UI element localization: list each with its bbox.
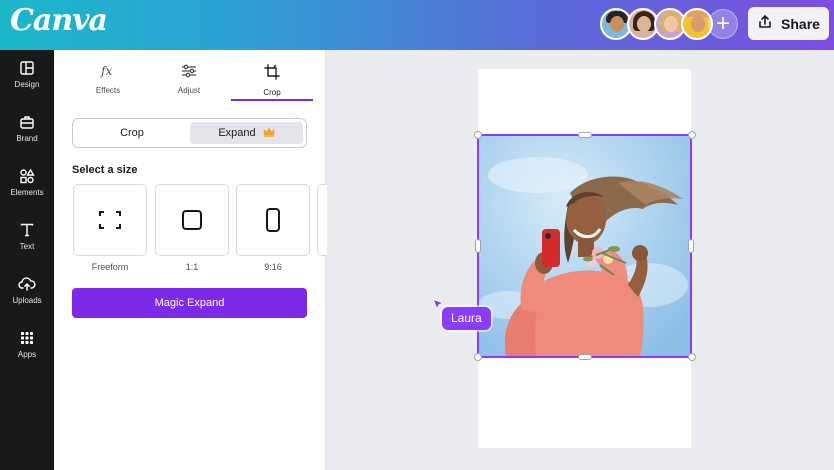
selection-frame [477, 134, 692, 358]
size-label-1-1: 1:1 [185, 262, 199, 272]
rail-item-brand[interactable]: Brand [0, 114, 54, 164]
svg-text:fx: fx [100, 64, 112, 78]
rail-label: Uploads [12, 296, 42, 305]
shapes-icon [0, 168, 54, 184]
size-heading: Select a size [72, 164, 138, 176]
rail-item-uploads[interactable]: Uploads [0, 276, 54, 326]
briefcase-icon [0, 114, 54, 130]
crop-mode-label: Crop [120, 127, 144, 139]
apps-grid-icon [0, 330, 54, 346]
share-button[interactable]: Share [748, 7, 829, 40]
resize-handle-left[interactable] [475, 239, 481, 253]
resize-handle-bottom-right[interactable] [688, 353, 696, 361]
resize-handle-bottom[interactable] [578, 354, 592, 360]
tab-adjust[interactable]: Adjust [150, 64, 228, 95]
top-bar: Canva + Share [0, 0, 834, 50]
rail-item-elements[interactable]: Elements [0, 168, 54, 218]
resize-handle-bottom-left[interactable] [474, 353, 482, 361]
tab-crop[interactable]: Crop [233, 64, 311, 97]
size-option-next[interactable] [317, 184, 327, 256]
size-label-freeform: Freeform [91, 262, 129, 272]
cloud-upload-icon [0, 276, 54, 292]
resize-handle-top-left[interactable] [474, 131, 482, 139]
left-rail: Design Brand Elements Text Uploads Apps [0, 50, 54, 470]
text-t-icon [0, 222, 54, 238]
magic-expand-button[interactable]: Magic Expand [72, 288, 307, 318]
rail-item-apps[interactable]: Apps [0, 330, 54, 380]
rail-label: Apps [17, 350, 37, 359]
share-label: Share [781, 15, 820, 32]
rail-label: Elements [10, 188, 44, 197]
share-icon [757, 14, 773, 33]
sliders-icon [181, 64, 197, 82]
rail-label: Design [14, 80, 40, 89]
layout-icon [0, 60, 54, 76]
crown-icon [263, 127, 275, 140]
expand-mode-button[interactable]: Expand [190, 122, 303, 144]
resize-handle-top-right[interactable] [688, 131, 696, 139]
resize-handle-right[interactable] [688, 239, 694, 253]
rail-label: Text [19, 242, 35, 251]
crop-mode-button[interactable]: Crop [76, 122, 188, 144]
tab-label: Adjust [177, 86, 201, 95]
canva-logo[interactable]: Canva [10, 3, 108, 38]
resize-handle-top[interactable] [578, 132, 592, 138]
rail-item-design[interactable]: Design [0, 60, 54, 110]
tab-label: Effects [95, 86, 121, 95]
size-option-1-1[interactable] [155, 184, 229, 256]
crop-icon [264, 64, 280, 84]
add-collaborator-button[interactable]: + [708, 9, 738, 39]
size-option-9-16[interactable] [236, 184, 310, 256]
size-option-freeform[interactable] [73, 184, 147, 256]
fx-icon: fx [99, 64, 117, 82]
tab-label: Crop [263, 88, 281, 97]
crop-mode-toggle: Crop Expand [72, 118, 307, 148]
rail-label: Brand [16, 134, 38, 143]
collaborator-name-tag: Laura [442, 307, 491, 330]
rail-item-text[interactable]: Text [0, 222, 54, 272]
edit-image-panel: fx Effects Adjust Crop Crop Expand Selec… [54, 50, 327, 470]
active-tab-indicator [231, 99, 313, 101]
size-label-9-16: 9:16 [264, 262, 282, 272]
expand-mode-label: Expand [218, 127, 256, 139]
tab-effects[interactable]: fx Effects [69, 64, 147, 95]
